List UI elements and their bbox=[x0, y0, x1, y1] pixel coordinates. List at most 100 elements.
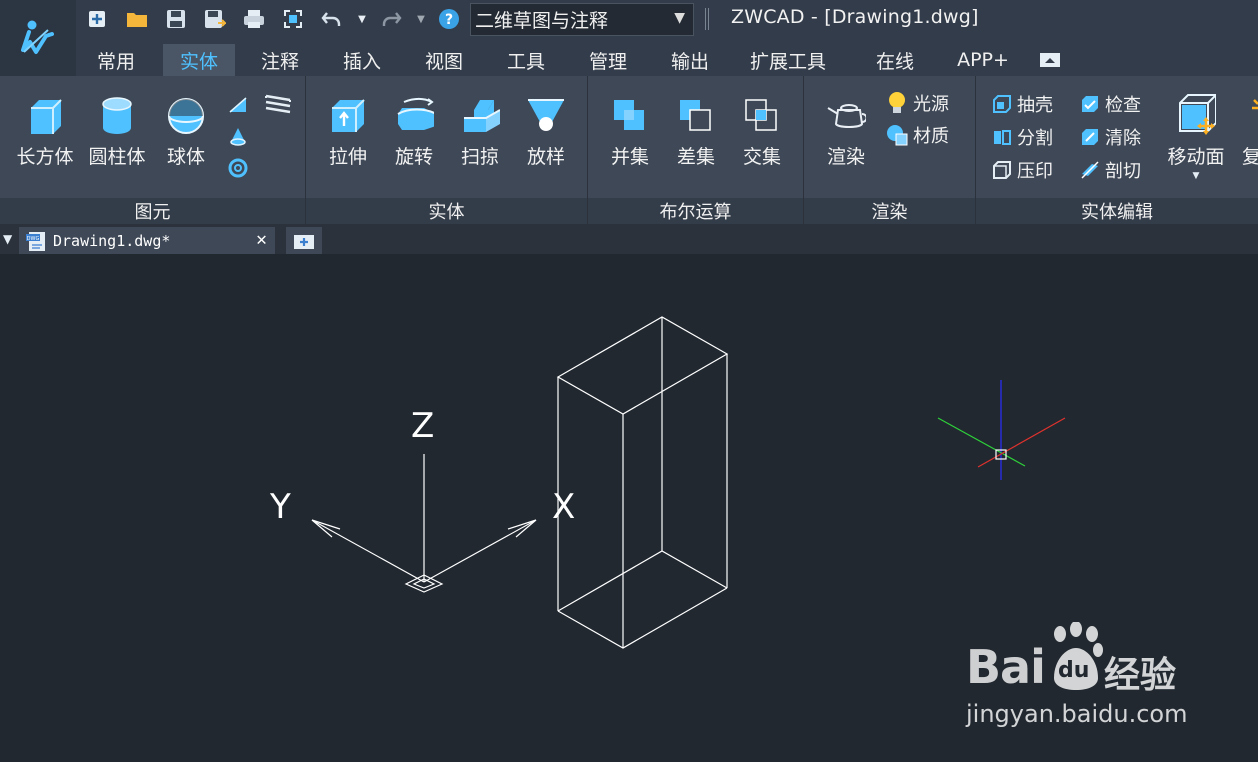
redo-icon[interactable] bbox=[379, 8, 403, 30]
tab-online[interactable]: 在线 bbox=[862, 44, 928, 76]
svg-text:?: ? bbox=[445, 12, 453, 28]
check-button[interactable]: 检查 bbox=[1080, 91, 1141, 117]
document-tab[interactable]: DWG Drawing1.dwg* ✕ bbox=[19, 227, 275, 254]
intersect-button[interactable]: 交集 bbox=[732, 94, 792, 169]
tab-solid[interactable]: 实体 bbox=[163, 44, 235, 76]
wedge-icon bbox=[229, 97, 247, 113]
save-icon[interactable] bbox=[165, 8, 187, 30]
box-icon bbox=[25, 94, 65, 138]
new-tab-button[interactable] bbox=[286, 227, 322, 254]
paw-icon: du bbox=[1046, 621, 1108, 692]
save-as-icon[interactable] bbox=[203, 8, 227, 30]
tab-output[interactable]: 输出 bbox=[656, 44, 724, 76]
sphere-button[interactable]: 球体 bbox=[156, 94, 216, 169]
grip-divider bbox=[705, 8, 709, 30]
materials-label: 材质 bbox=[913, 126, 949, 147]
move-face-button[interactable]: 移动面 ▼ bbox=[1162, 90, 1230, 181]
move-face-icon bbox=[1176, 90, 1216, 138]
panel-label-primitives: 图元 bbox=[0, 198, 305, 224]
zwcad-logo-icon bbox=[21, 20, 54, 54]
shell-icon bbox=[993, 95, 1011, 113]
extrude-button[interactable]: 拉伸 bbox=[318, 94, 378, 169]
shell-button[interactable]: 抽壳 bbox=[992, 91, 1053, 117]
zoom-extents-icon[interactable] bbox=[282, 8, 304, 30]
render-button[interactable]: 渲染 bbox=[816, 94, 876, 169]
sphere-label: 球体 bbox=[166, 146, 205, 168]
torus-button[interactable] bbox=[228, 158, 253, 178]
tab-manage[interactable]: 管理 bbox=[574, 44, 642, 76]
tab-tools[interactable]: 工具 bbox=[492, 44, 560, 76]
workspace-dropdown[interactable]: 二维草图与注释 ▼ bbox=[470, 3, 694, 36]
light-bulb-icon bbox=[889, 92, 905, 113]
loft-icon bbox=[526, 94, 566, 138]
imprint-button[interactable]: 压印 bbox=[992, 157, 1053, 183]
lights-button[interactable]: 光源 bbox=[886, 90, 949, 116]
tab-list-dropdown-icon[interactable]: ▼ bbox=[3, 232, 12, 246]
tab-annotate[interactable]: 注释 bbox=[246, 44, 314, 76]
box-button[interactable]: 长方体 bbox=[12, 94, 78, 169]
undo-dropdown-icon[interactable]: ▼ bbox=[354, 8, 370, 30]
new-icon[interactable] bbox=[86, 8, 108, 30]
revolve-button[interactable]: 旋转 bbox=[384, 94, 444, 169]
revolve-icon bbox=[394, 94, 434, 138]
imprint-label: 压印 bbox=[1017, 161, 1053, 182]
imprint-icon bbox=[993, 161, 1011, 179]
tab-insert[interactable]: 插入 bbox=[328, 44, 396, 76]
cursor-y-line bbox=[937, 417, 1026, 467]
ucs-y-axis bbox=[311, 519, 425, 583]
ucs-x-axis bbox=[423, 519, 537, 583]
union-icon bbox=[610, 94, 650, 138]
menu-bar: 常用 实体 注释 插入 视图 工具 管理 输出 扩展工具 在线 APP+ bbox=[76, 40, 1258, 76]
panel-primitives: 长方体 圆柱体 球体 图元 bbox=[0, 76, 306, 224]
redo-dropdown-icon[interactable]: ▼ bbox=[413, 8, 429, 30]
union-button[interactable]: 并集 bbox=[600, 94, 660, 169]
panel-solids: 拉伸 旋转 扫掠 放样 实体 bbox=[306, 76, 588, 224]
help-icon[interactable]: ? bbox=[438, 8, 460, 30]
helix-icon bbox=[265, 94, 291, 114]
watermark-brand: Bai bbox=[966, 640, 1046, 694]
wedge-button[interactable] bbox=[228, 94, 253, 114]
ribbon-minimize-icon[interactable] bbox=[1038, 44, 1062, 76]
panel-label-render: 渲染 bbox=[804, 198, 975, 224]
subtract-button[interactable]: 差集 bbox=[666, 94, 726, 169]
box-wireframe[interactable] bbox=[556, 316, 729, 649]
extrude-label: 拉伸 bbox=[328, 146, 367, 168]
subtract-icon bbox=[676, 94, 716, 138]
helix-button[interactable] bbox=[264, 92, 297, 116]
tab-app-plus[interactable]: APP+ bbox=[946, 44, 1020, 76]
cylinder-icon bbox=[97, 94, 137, 138]
watermark-cn: 经验 bbox=[1104, 655, 1177, 696]
watermark-paw-text: du bbox=[1058, 658, 1090, 683]
undo-icon[interactable] bbox=[320, 8, 344, 30]
tab-extension-tools[interactable]: 扩展工具 bbox=[738, 44, 838, 76]
tab-view[interactable]: 视图 bbox=[410, 44, 478, 76]
copy-partial-label: 复 bbox=[1242, 146, 1258, 168]
sweep-button[interactable]: 扫掠 bbox=[450, 94, 510, 169]
move-face-dropdown-icon[interactable]: ▼ bbox=[1193, 171, 1200, 181]
print-icon[interactable] bbox=[243, 8, 265, 30]
dwg-file-icon: DWG bbox=[26, 231, 45, 251]
tab-common[interactable]: 常用 bbox=[82, 44, 150, 76]
chevron-down-icon: ▼ bbox=[674, 10, 685, 26]
open-folder-icon[interactable] bbox=[125, 8, 149, 30]
loft-button[interactable]: 放样 bbox=[516, 94, 576, 169]
copy-partial-button[interactable]: 复 bbox=[1242, 94, 1258, 204]
panel-label-boolean: 布尔运算 bbox=[588, 198, 803, 224]
ucs-icon bbox=[311, 454, 537, 593]
slice-button[interactable]: 剖切 bbox=[1080, 157, 1141, 183]
app-logo[interactable] bbox=[0, 0, 76, 76]
materials-button[interactable]: 材质 bbox=[886, 122, 949, 148]
sweep-icon bbox=[460, 94, 500, 138]
ribbon: 长方体 圆柱体 球体 图元 拉伸 旋转 扫掠 放样 实体 并集 差集 交集 布尔… bbox=[0, 76, 1258, 224]
clean-button[interactable]: 清除 bbox=[1080, 124, 1141, 150]
separate-button[interactable]: 分割 bbox=[992, 124, 1053, 150]
box-label: 长方体 bbox=[16, 146, 74, 168]
cone-button[interactable] bbox=[228, 126, 253, 146]
baidu-watermark: Bai du 经验 jingyan.baidu.com bbox=[966, 621, 1196, 732]
separate-icon bbox=[994, 130, 1011, 145]
materials-icon bbox=[887, 125, 908, 146]
document-tab-label: Drawing1.dwg* bbox=[53, 231, 171, 250]
cylinder-button[interactable]: 圆柱体 bbox=[84, 94, 150, 169]
extrude-icon bbox=[328, 94, 368, 138]
close-tab-icon[interactable]: ✕ bbox=[256, 229, 267, 250]
